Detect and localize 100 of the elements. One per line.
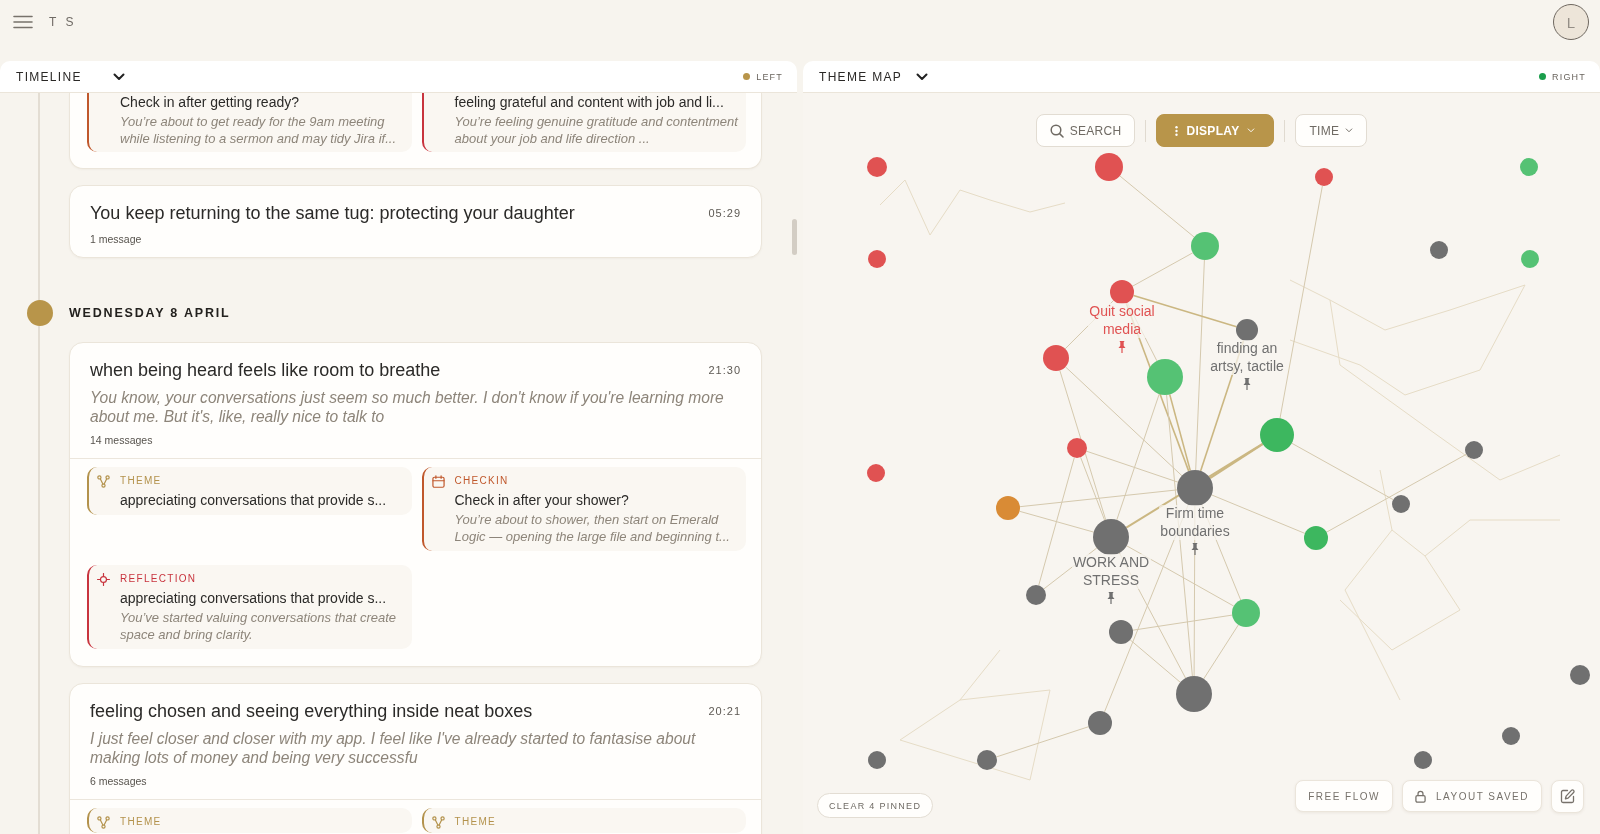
reflection-card[interactable]: REFLECTION appreciating conversations that provide s... You’ve started valuing conversations that create space and bring clarity. [87,565,412,649]
theme-node[interactable] [1304,526,1328,550]
theme-node[interactable] [868,751,886,769]
theme-node[interactable] [1232,599,1260,627]
side-label: RIGHT [1552,71,1586,82]
theme-node[interactable] [1110,280,1134,304]
search-icon [1049,123,1064,138]
theme-node[interactable] [1260,418,1294,452]
branch-icon [97,816,110,829]
pin-icon[interactable] [1107,592,1115,604]
scrollbar-thumb[interactable] [792,219,797,255]
checkin-card[interactable]: Check in after getting ready? You’re about to get ready for the 9am meeting while listening to a sermon and may tidy Jira if... [87,93,412,152]
layout-saved-button[interactable]: LAYOUT SAVED [1401,780,1542,812]
theme-node[interactable] [867,157,887,177]
theme-node[interactable] [1095,153,1123,181]
subcard-text: You’re about to shower, then start on Emerald Logic — opening the large file and beginning t... [454,511,731,545]
search-button[interactable]: SEARCH [1035,114,1136,147]
pin-icon[interactable] [1243,378,1251,390]
theme-node[interactable] [1109,620,1133,644]
message-preview: I just feel closer and closer with my app. I feel like I've already started to fantasise about making lots of money and being very successfu [90,729,697,767]
conversation-card[interactable] [69,93,762,169]
card-title: You keep returning to the same tug: protecting your daughter [90,202,575,225]
card-time: 05:29 [708,207,741,219]
category-label: THEME [454,815,496,829]
lock-icon [1414,789,1426,803]
subcard-title: appreciating conversations that provide s... [120,491,387,509]
chevron-down-icon [1345,128,1354,133]
theme-node[interactable] [1043,345,1069,371]
date-dot-icon [27,300,53,326]
theme-node[interactable] [1176,676,1212,712]
subcard-title: appreciating conversations that provide s... [120,589,387,607]
crosshair-icon [97,573,110,586]
node-label: WORK AND STRESS [1071,554,1151,589]
subcard-text: You’ve started valuing conversations that create space and bring clarity. [120,609,398,643]
category-label: CHECKIN [454,474,509,488]
subcard-title: Check in after your shower? [454,491,629,509]
theme-node[interactable] [1315,168,1333,186]
theme-node[interactable] [1570,665,1590,685]
theme-node[interactable] [1502,727,1520,745]
category-label: THEME [120,815,162,829]
message-preview: You know, your conversations just seem so much better. I don't know if you're learning more about me. But it's, like, really nice to talk to [90,388,725,426]
reflection-card[interactable]: feeling grateful and content with job and li... You’re feeling genuine gratitude and contentment about your job and life direction ... [421,93,746,152]
message-count: 1 message [90,232,142,246]
date-heading: WEDNESDAY 8 APRIL [69,306,231,320]
theme-node[interactable] [1147,359,1183,395]
card-title: feeling chosen and seeing everything inside neat boxes [90,700,533,723]
chevron-down-icon [1247,128,1256,133]
dots-icon [1175,124,1179,137]
card-title: when being heard feels like room to breathe [90,359,441,382]
pane-title[interactable]: TIMELINE [16,69,82,84]
pin-icon[interactable] [1191,543,1199,555]
checkin-card[interactable]: CHECKIN Check in after your shower? You’re about to shower, then start on Emerald Logic — opening the large file and beginning t... [421,467,746,551]
subcard-text: You’re feeling genuine gratitude and contentment about your job and life direction ... [454,113,738,147]
theme-node[interactable] [1236,319,1258,341]
message-count: 6 messages [90,774,147,788]
edit-icon [1560,789,1575,804]
theme-node[interactable] [1088,711,1112,735]
theme-node[interactable] [996,496,1020,520]
time-dropdown[interactable]: TIME [1295,114,1368,147]
conversation-card[interactable]: You keep returning to the same tug: protecting your daughter 05:29 1 message [69,185,762,258]
category-label: THEME [120,474,162,488]
message-count: 14 messages [90,433,153,447]
theme-node[interactable] [1067,438,1087,458]
branch-icon [97,475,110,488]
theme-node[interactable] [1520,158,1538,176]
node-label: Quit social media [1088,303,1156,338]
calendar-icon [431,475,445,488]
theme-node[interactable] [1521,250,1539,268]
branch-icon [431,816,445,829]
theme-node[interactable] [867,464,885,482]
edit-button[interactable] [1551,780,1584,813]
theme-node[interactable] [1392,495,1410,513]
menu-icon[interactable] [13,15,33,29]
app-initials: T S [49,15,77,29]
pin-icon[interactable] [1118,341,1126,353]
node-label: Firm time boundaries [1159,505,1231,540]
chevron-down-icon[interactable] [916,72,928,81]
theme-node[interactable] [1430,241,1448,259]
card-time: 21:30 [708,364,741,376]
subcard-title: Check in after getting ready? [120,93,299,111]
theme-card[interactable]: THEME appreciating conversations that provide s... [87,467,412,515]
node-label: finding an artsy, tactile [1209,340,1285,375]
subcard-text: You’re about to get ready for the 9am meeting while listening to a sermon and may tidy Jira if... [120,113,397,147]
theme-node[interactable] [868,250,886,268]
pane-title[interactable]: THEME MAP [819,69,903,84]
conversation-card[interactable] [69,342,762,667]
theme-node[interactable] [1191,232,1219,260]
subcard-title: feeling grateful and content with job and li... [454,93,724,111]
theme-node[interactable] [1026,585,1046,605]
theme-node[interactable] [1465,441,1483,459]
theme-node[interactable] [1414,751,1432,769]
card-time: 20:21 [708,705,741,717]
clear-pinned-button[interactable]: CLEAR 4 PINNED [817,793,934,818]
chevron-down-icon[interactable] [113,72,125,81]
free-flow-button[interactable]: FREE FLOW [1295,780,1393,812]
theme-node[interactable] [1177,470,1213,506]
side-label: LEFT [756,71,783,82]
category-label: REFLECTION [120,572,197,586]
theme-node[interactable] [1093,519,1129,555]
theme-node[interactable] [977,750,997,770]
